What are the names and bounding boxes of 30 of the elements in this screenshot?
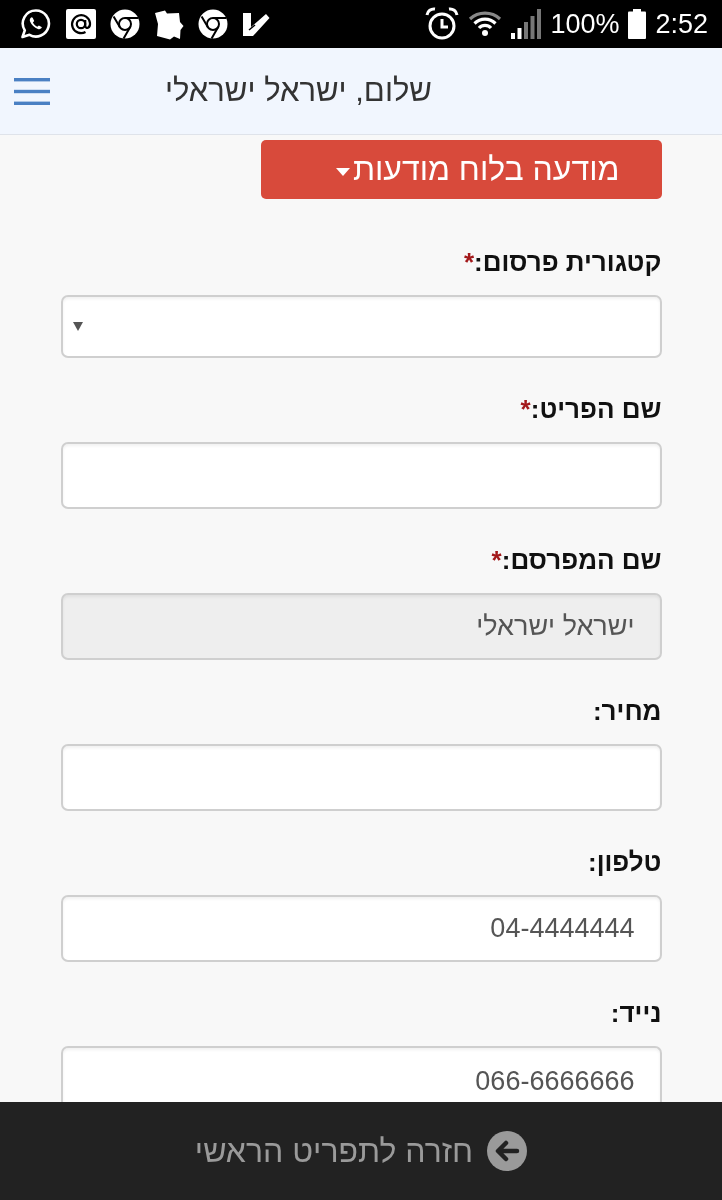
select-field[interactable] [60,295,662,358]
ring-logo-icon [198,9,228,39]
field-label: מחיר: [592,696,662,726]
back-link[interactable]: חזרה לתפריט הראשי [194,1131,528,1171]
at-sign-icon [66,9,96,39]
chat-bubble-icon [20,8,52,40]
field-label: שם הפריט:* [520,394,662,424]
alarm-clock-icon [425,7,460,41]
ring-logo-icon [110,9,140,39]
clock-time: 2:52 [655,9,708,39]
text-field[interactable] [60,744,662,811]
battery-icon [628,9,647,39]
wifi-icon [468,10,503,38]
caret-icon [72,322,83,331]
text-field[interactable]: 066-6666666 [60,1046,662,1102]
arrow-circle-icon [487,1131,528,1171]
checkmark-icon [242,10,270,38]
field-label: שם המפרסם:* [491,545,662,575]
text-field[interactable]: 04-4444444 [60,895,662,962]
text-field[interactable] [60,442,662,509]
caret-icon [335,167,350,176]
field-label: נייד: [610,998,662,1028]
dropdown-button[interactable]: מודעה בלוח מודעות [260,140,662,199]
field-label: טלפון: [587,847,662,877]
signal-icon [511,9,542,39]
map-icon [154,8,184,40]
field-label: קטגורית פרסום:* [463,247,662,277]
battery-percentage: 100% [550,9,620,39]
menu-icon[interactable] [14,77,50,105]
greeting-title: שלום, ישראל ישראלי [164,73,432,109]
